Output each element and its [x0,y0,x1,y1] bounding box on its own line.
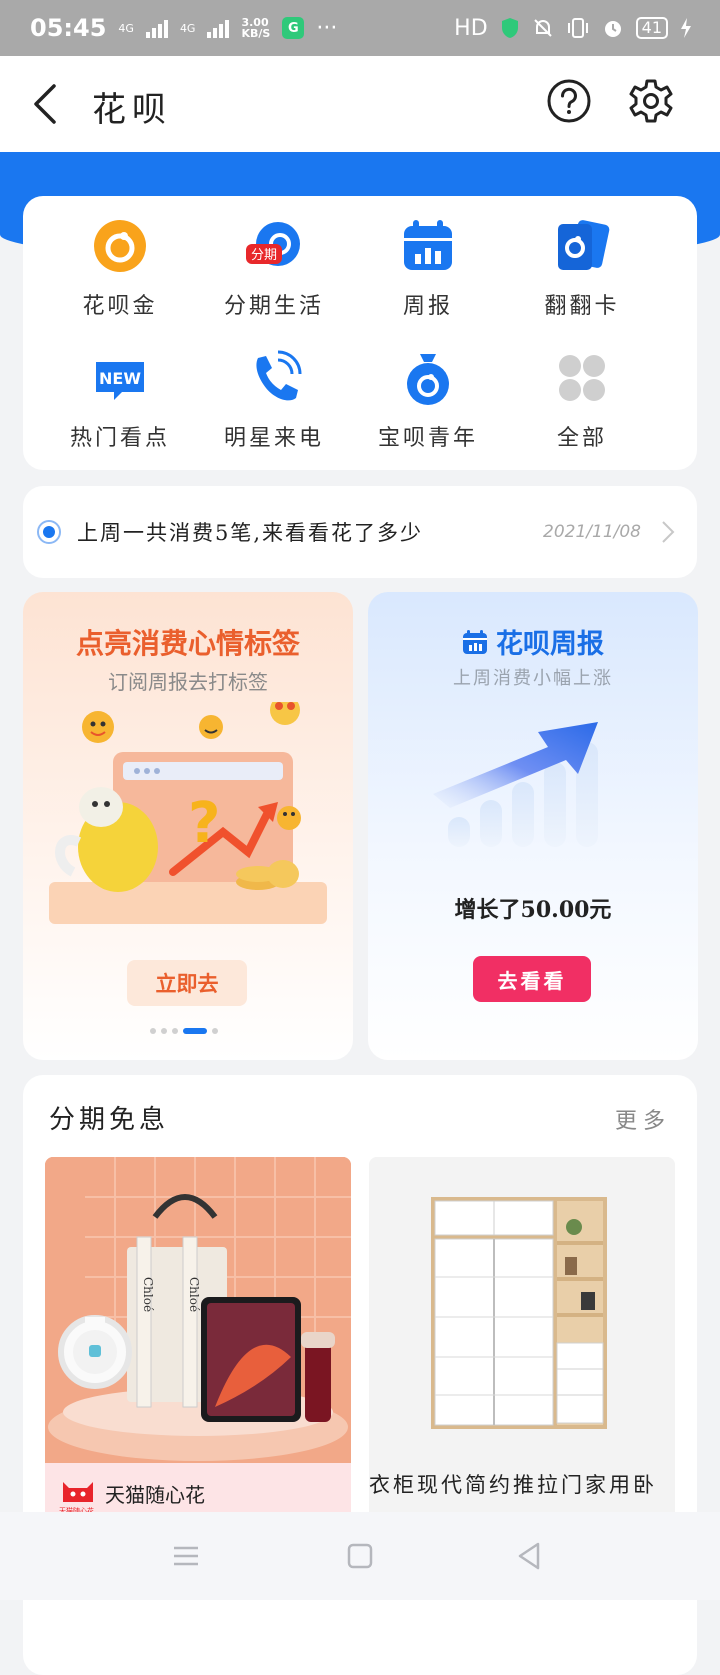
shortcut-label: 花呗金 [82,294,158,319]
weekly-report-icon [400,218,456,274]
alarm-icon [604,21,621,37]
network-type-2: 4G [179,21,196,35]
shortcut-label: 周报 [402,294,453,319]
shortcut-label: 全部 [556,426,607,451]
view-report-button[interactable]: 去看看 [473,956,591,1002]
money-bag-icon [400,350,456,406]
tmall-label: 天猫随心花 [105,1482,205,1507]
notice-date: 2021/11/08 [543,522,641,542]
mood-tag-promo-card[interactable]: 点亮消费心情标签 订阅周报去打标签 ? 立即去 [23,592,353,1060]
product-image-bundle: Chloé Chloé [45,1157,351,1463]
network-type-1: 4G [118,21,134,35]
shortcut-installment-life[interactable]: 分期 分期生活 [194,218,354,320]
shortcut-all[interactable]: 全部 [502,350,662,452]
tmall-cat-icon: 天猫随心花 [59,1480,95,1515]
weekly-report-promo-card[interactable]: 花呗周报 上周消费小幅上涨 增长了50.00元 去看看 [368,592,698,1060]
all-grid-icon [554,350,610,406]
go-now-button[interactable]: 立即去 [127,960,247,1006]
menu-icon[interactable] [166,1538,206,1574]
phone-call-icon [246,350,302,406]
more-link[interactable]: 更多 [615,1103,671,1135]
huabei-gold-icon [92,218,148,274]
svg-text:Chloé: Chloé [141,1277,155,1312]
net-speed: 3.00 KB/S [241,16,271,40]
app-header: 花呗 [0,56,720,152]
security-shield-icon [501,18,518,38]
settings-gear-icon[interactable] [628,78,674,124]
product-caption[interactable]: 衣柜现代简约推拉门家用卧 [369,1469,679,1499]
weekly-report-title: 花呗周报 [368,622,698,661]
growth-chart-illustration [433,722,598,847]
calendar-icon [463,629,487,654]
promo-title: 点亮消费心情标签 [75,627,300,660]
svg-text:?: ? [188,791,220,856]
shortcut-label: 明星来电 [223,426,324,451]
svg-text:Chloé: Chloé [187,1277,201,1312]
shortcut-grid-card: 花呗金 分期 分期生活 周报 翻翻卡 NEW 热门看点 明星来电 宝呗青年 全部 [23,196,697,470]
shortcut-label: 翻翻卡 [544,294,620,319]
signal-icon [145,18,168,38]
charging-icon [681,18,691,38]
system-navigation-bar [0,1512,720,1600]
signal-icon-2 [207,18,230,38]
battery-icon: 41 [635,17,668,39]
notice-dot-icon [37,520,61,544]
shortcut-label: 热门看点 [69,426,170,451]
weekly-spending-notice[interactable]: 上周一共消费5笔,来看看花了多少 2021/11/08 [23,486,697,578]
mute-bell-icon [533,19,552,37]
shortcut-star-call[interactable]: 明星来电 [194,350,354,452]
section-title: 分期免息 [49,1105,170,1135]
status-bar: 05:45 4G 4G 3.00 KB/S G ··· HD 41 [0,0,720,56]
shortcut-baobei-youth[interactable]: 宝呗青年 [348,350,508,452]
app-notification-icon: G [282,17,305,39]
mood-illustration: ? [49,702,327,924]
back-arrow-icon[interactable] [30,82,60,126]
shortcut-huabei-gold[interactable]: 花呗金 [40,218,200,320]
installment-life-icon: 分期 [246,218,302,274]
wardrobe-image [369,1157,675,1463]
notice-text: 上周一共消费5笔,来看看花了多少 [77,521,424,545]
shortcut-hot-news[interactable]: NEW 热门看点 [40,350,200,452]
status-time: 05:45 [30,14,107,42]
shortcut-flip-card[interactable]: 翻翻卡 [502,218,662,320]
home-square-icon[interactable] [340,1538,380,1574]
chevron-right-icon [662,521,675,543]
svg-text:NEW: NEW [99,369,141,388]
hd-indicator: HD [454,15,488,41]
help-icon[interactable] [546,78,592,124]
growth-amount: 增长了50.00元 [454,897,612,923]
back-triangle-icon[interactable] [510,1538,550,1574]
promo-subtitle: 订阅周报去打标签 [108,670,268,694]
vibrate-icon [567,18,588,38]
weekly-report-subtitle: 上周消费小幅上涨 [453,668,613,689]
shortcut-weekly-report[interactable]: 周报 [348,218,508,320]
page-title: 花呗 [92,90,172,130]
shortcut-label: 宝呗青年 [377,426,478,451]
weekly-report-title-text: 花呗周报 [496,629,604,660]
carousel-indicator [150,1028,218,1034]
shortcut-label: 分期生活 [223,294,324,319]
more-notifications-icon: ··· [316,15,338,41]
flip-card-icon [554,218,610,274]
hot-news-icon: NEW [92,350,148,406]
svg-text:分期: 分期 [251,248,277,263]
